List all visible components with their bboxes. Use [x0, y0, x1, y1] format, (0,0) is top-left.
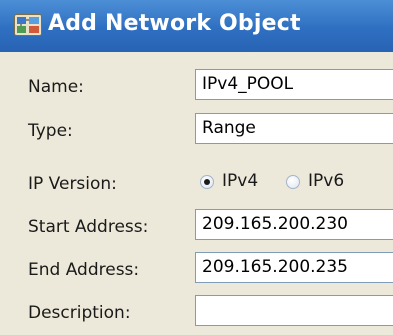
name-label: Name: — [28, 77, 84, 97]
name-field[interactable]: IPv4_POOL — [195, 69, 393, 100]
ipv6-radio-label[interactable]: IPv6 — [308, 171, 344, 191]
end-address-field[interactable]: 209.165.200.235 — [195, 252, 393, 283]
network-object-icon — [14, 14, 42, 36]
dialog-titlebar[interactable]: Add Network Object — [0, 0, 393, 52]
type-select[interactable]: Range — [195, 113, 393, 144]
ipv6-radio[interactable] — [286, 175, 300, 189]
description-label: Description: — [28, 303, 131, 323]
ipv4-radio[interactable] — [200, 175, 214, 189]
start-address-label: Start Address: — [28, 217, 149, 237]
start-address-field[interactable]: 209.165.200.230 — [195, 209, 393, 240]
ipv4-radio-label[interactable]: IPv4 — [222, 171, 258, 191]
ip-version-label: IP Version: — [28, 174, 117, 194]
dialog-title: Add Network Object — [48, 11, 301, 36]
description-field[interactable] — [195, 295, 393, 326]
end-address-label: End Address: — [28, 260, 140, 280]
type-label: Type: — [28, 121, 73, 141]
